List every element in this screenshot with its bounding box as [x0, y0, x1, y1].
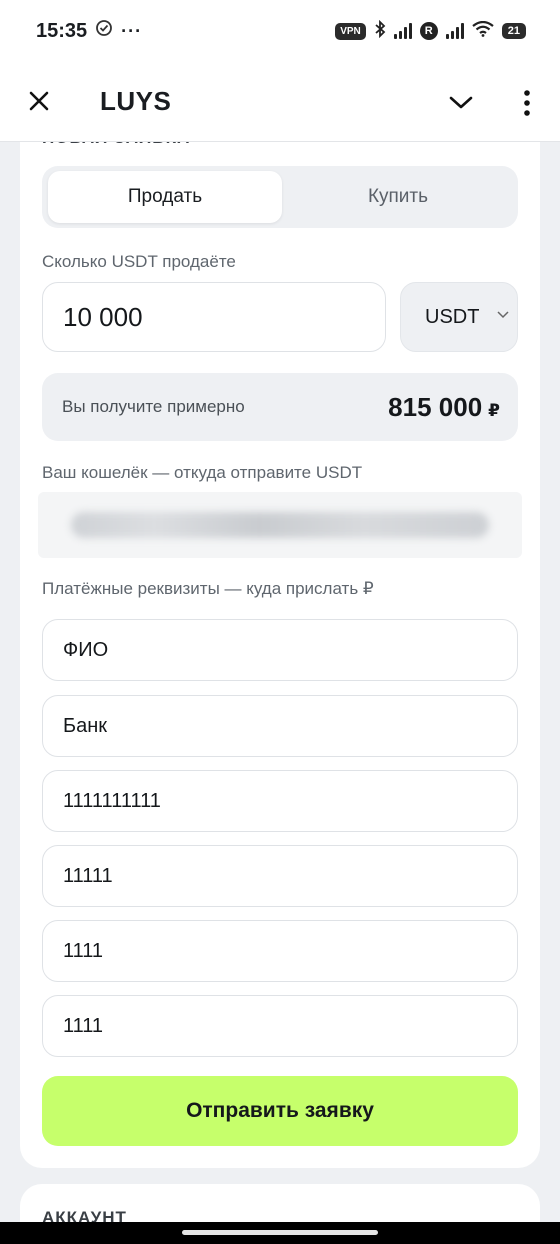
- wallet-label: Ваш кошелёк — откуда отправите USDT: [42, 463, 363, 482]
- roaming-badge: R: [419, 22, 438, 40]
- collapse-button[interactable]: [444, 88, 478, 118]
- vpn-badge: VPN: [335, 22, 366, 40]
- receive-amount: 815 000 ₽: [388, 392, 500, 423]
- close-button[interactable]: [24, 86, 54, 116]
- payment-field-bank[interactable]: Банк: [42, 695, 518, 757]
- payment-field-5[interactable]: 1111: [42, 920, 518, 982]
- amount-input[interactable]: 10 000: [42, 282, 386, 352]
- chevron-down-icon: [497, 311, 509, 319]
- wallet-address-field[interactable]: [38, 492, 522, 558]
- submit-request-button[interactable]: Отправить заявку: [42, 1076, 518, 1146]
- payment-details-label: Платёжные реквизиты — куда прислать ₽: [42, 579, 374, 598]
- battery-indicator: 21: [501, 23, 526, 39]
- bluetooth-icon: [374, 19, 386, 43]
- signal-icon: [393, 23, 412, 39]
- wallet-address-blurred: [71, 512, 489, 538]
- app-title: LUYS: [100, 86, 172, 116]
- currency-select[interactable]: USDT: [400, 282, 518, 352]
- home-gesture-handle[interactable]: [182, 1230, 378, 1235]
- receive-value: 815 000: [388, 391, 483, 422]
- operation-tabs: Продать Купить: [42, 166, 518, 228]
- app-header: LUYS: [0, 62, 560, 142]
- payment-field-3[interactable]: 1111111111: [42, 770, 518, 832]
- sync-icon: [95, 19, 113, 43]
- kebab-menu-icon: [524, 90, 530, 116]
- currency-value: USDT: [425, 305, 480, 328]
- status-time: 15:35: [36, 19, 88, 42]
- status-right: VPN R 21: [335, 19, 526, 43]
- receive-estimate: Вы получите примерно 815 000 ₽: [42, 373, 518, 441]
- ruble-sign: ₽: [488, 400, 500, 420]
- payment-field-6[interactable]: 1111: [42, 995, 518, 1057]
- system-nav-bar: [0, 1222, 560, 1244]
- tab-buy[interactable]: Купить: [282, 171, 514, 223]
- status-more-icon: ···: [121, 20, 143, 41]
- status-bar: 15:35 ··· VPN R 21: [0, 0, 560, 62]
- payment-field-4[interactable]: 11111: [42, 845, 518, 907]
- chevron-down-icon: [449, 96, 473, 109]
- close-icon: [29, 91, 49, 111]
- payment-field-fullname[interactable]: ФИО: [42, 619, 518, 681]
- amount-label: Сколько USDT продаёте: [42, 252, 236, 271]
- more-menu-button[interactable]: [512, 86, 542, 120]
- signal-icon-2: [445, 23, 464, 39]
- tab-sell[interactable]: Продать: [48, 171, 282, 223]
- status-left: 15:35 ···: [36, 19, 142, 43]
- wifi-icon: [472, 20, 494, 42]
- receive-label: Вы получите примерно: [62, 397, 245, 416]
